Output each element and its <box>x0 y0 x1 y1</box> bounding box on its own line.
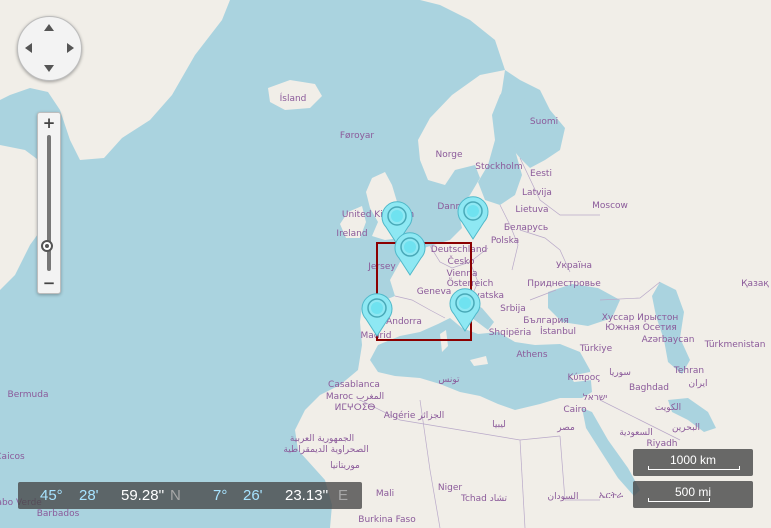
map-label: مصر <box>557 423 575 433</box>
map-label: Tchad تشاد <box>460 494 508 504</box>
scale-bar-km: 1000 km <box>633 449 753 476</box>
arrow-down-icon[interactable] <box>44 65 54 72</box>
longitude-direction: E <box>338 487 349 504</box>
map-label: ⵍⵎⵖⵔⵉⴱ <box>334 403 376 413</box>
map-label: Suomi <box>529 117 559 127</box>
arrow-left-icon[interactable] <box>25 43 32 53</box>
map-label: Türkiye <box>579 344 613 354</box>
map-label: Україна <box>555 261 593 271</box>
map-label: Baghdad <box>628 383 670 393</box>
map-label: Беларусь <box>503 223 549 233</box>
pan-control[interactable] <box>17 16 82 81</box>
map-label: Srbija <box>500 304 526 314</box>
zoom-in-button[interactable]: + <box>38 114 60 132</box>
map-label: Shqipëria <box>488 328 532 338</box>
map-label: Cairo <box>563 405 587 415</box>
map-label: İstanbul <box>539 327 577 337</box>
zoom-out-button[interactable]: − <box>38 274 60 292</box>
scale-mi-bar <box>648 498 710 502</box>
longitude-minutes: 26' <box>243 487 263 504</box>
map-label: Eesti <box>530 169 552 179</box>
arrow-right-icon[interactable] <box>67 43 74 53</box>
scale-mi-label: 500 mi <box>674 485 712 499</box>
map-label: Athens <box>516 350 548 360</box>
longitude-degrees: 7° <box>213 487 228 504</box>
map-label: السعودية <box>619 428 653 438</box>
map-label: Algérie الجزائر <box>383 411 445 421</box>
map-label: Barbados <box>36 509 80 519</box>
coordinate-readout: 45° 28' 59.28'' N 7° 26' 23.13'' E <box>18 482 362 509</box>
map-label: Ireland <box>336 229 368 239</box>
map-label: Riyadh <box>646 439 678 449</box>
map-label: سوريا <box>609 368 631 378</box>
scale-km-label: 1000 km <box>669 453 717 467</box>
map-label: Tehran <box>673 366 705 376</box>
map-label: ישראל <box>582 393 608 403</box>
latitude-minutes: 28' <box>79 487 99 504</box>
map-label: Norge <box>435 150 463 160</box>
map-label: Azərbaycan <box>641 335 695 345</box>
map-label: Moscow <box>592 201 628 211</box>
map-label: البحرين <box>671 423 701 433</box>
map-label: موريتانيا <box>330 461 360 471</box>
map-label: تونس <box>438 375 460 385</box>
map-label: السودان <box>547 492 579 502</box>
map-label: Stockholm <box>475 162 523 172</box>
map-label: България <box>523 316 569 326</box>
latitude-seconds: 59.28'' <box>121 487 165 504</box>
map-label: Қазақ <box>741 279 769 289</box>
map-label: Mali <box>375 489 395 499</box>
zoom-control: + − <box>37 112 61 294</box>
map-label: Приднестровье <box>527 279 601 289</box>
map-label: Κύπρος <box>567 373 601 383</box>
map-label: الكويت <box>654 403 682 413</box>
map-label: Føroyar <box>339 131 375 141</box>
map-label: Türkmenistan <box>704 340 766 350</box>
map-label: الجمهورية العربية <box>289 434 355 444</box>
map-label: الصحراوية الديمقراطية <box>283 445 369 455</box>
map-label: Maroc المغرب <box>325 392 385 402</box>
map-label: Южная Осетия <box>605 323 677 333</box>
scale-km-bar <box>648 466 740 470</box>
map-label: ایران <box>688 379 708 389</box>
map-label: Caicos <box>0 452 25 462</box>
latitude-degrees: 45° <box>40 487 63 504</box>
zoom-slider-thumb[interactable] <box>41 240 53 253</box>
arrow-up-icon[interactable] <box>44 24 54 31</box>
map-label: Хуссар Ирыстон <box>601 313 679 323</box>
map-label: ኤርትራ <box>598 491 624 501</box>
map-view[interactable]: Ísland Føroyar Norge Suomi Stockholm Eesti Lat… <box>0 0 771 528</box>
map-label: Latvija <box>522 188 552 198</box>
map-label: Ísland <box>279 94 307 104</box>
map-pin-italy[interactable] <box>447 286 483 332</box>
latitude-direction: N <box>170 487 181 504</box>
map-pin-germany[interactable] <box>392 230 428 276</box>
map-pin-denmark[interactable] <box>455 194 491 240</box>
map-label: ليبيا <box>492 420 506 430</box>
map-label: Niger <box>437 483 463 493</box>
longitude-seconds: 23.13'' <box>285 487 329 504</box>
map-pin-spain[interactable] <box>359 291 395 337</box>
map-label: Lietuva <box>515 205 549 215</box>
map-label: Polska <box>490 236 520 246</box>
map-label: Burkina Faso <box>358 515 416 525</box>
map-label: Bermuda <box>7 390 49 400</box>
scale-bar-mi: 500 mi <box>633 481 753 508</box>
map-label: Casablanca <box>328 380 380 390</box>
